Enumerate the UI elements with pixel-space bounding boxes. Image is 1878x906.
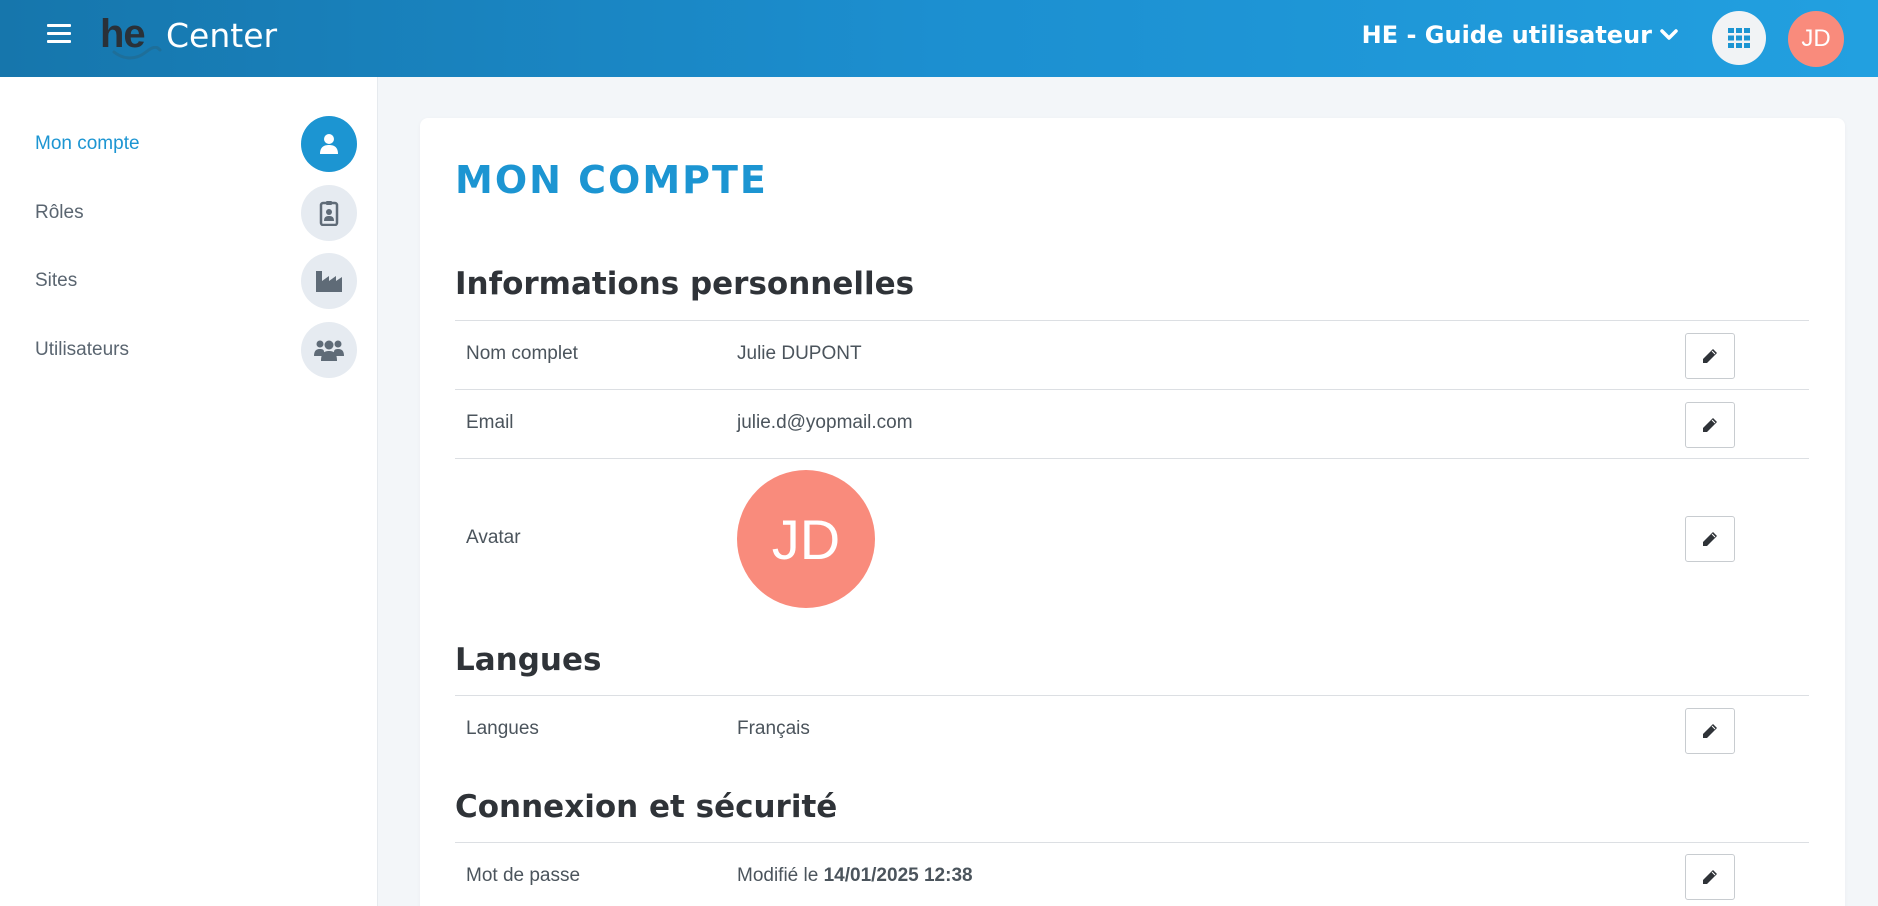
page-title: MON COMPTE: [455, 158, 768, 202]
sidebar: Mon compte Rôles Sites Utilisateurs: [0, 77, 378, 906]
edit-full-name-button[interactable]: [1685, 333, 1735, 379]
apps-grid-button[interactable]: [1712, 11, 1766, 65]
password-label: Mot de passe: [466, 865, 581, 886]
email-label: Email: [466, 412, 514, 433]
divider: [455, 458, 1809, 459]
user-avatar-button[interactable]: JD: [1788, 11, 1844, 67]
section-title-languages: Langues: [455, 642, 602, 678]
grid-icon: [1728, 28, 1750, 48]
section-title-personal: Informations personnelles: [455, 266, 915, 302]
chevron-down-icon: [1660, 29, 1678, 40]
pencil-icon: [1703, 724, 1717, 738]
pencil-icon: [1703, 532, 1717, 546]
logo-text: Center: [166, 16, 278, 55]
avatar-label: Avatar: [466, 527, 521, 548]
edit-password-button[interactable]: [1685, 854, 1735, 900]
sidebar-item-sites[interactable]: Sites: [0, 248, 378, 314]
edit-languages-button[interactable]: [1685, 708, 1735, 754]
avatar: JD: [737, 470, 875, 608]
languages-value: Français: [737, 718, 810, 739]
divider: [455, 695, 1809, 696]
sidebar-item-roles[interactable]: Rôles: [0, 180, 378, 246]
he-center-logo[interactable]: he Center: [100, 12, 290, 62]
sidebar-item-mon-compte[interactable]: Mon compte: [0, 111, 378, 177]
pencil-icon: [1703, 870, 1717, 884]
sidebar-item-label: Mon compte: [35, 133, 140, 154]
factory-icon: [301, 253, 357, 309]
divider: [455, 842, 1809, 843]
edit-email-button[interactable]: [1685, 402, 1735, 448]
sidebar-item-label: Utilisateurs: [35, 339, 129, 360]
pencil-icon: [1703, 349, 1717, 363]
account-card: MON COMPTE Informations personnelles Nom…: [420, 118, 1845, 906]
organization-selector[interactable]: HE - Guide utilisateur: [1362, 21, 1678, 49]
edit-avatar-button[interactable]: [1685, 516, 1735, 562]
divider: [455, 389, 1809, 390]
divider: [455, 320, 1809, 321]
pencil-icon: [1703, 418, 1717, 432]
email-value: julie.d@yopmail.com: [737, 412, 913, 433]
languages-label: Langues: [466, 718, 539, 739]
sidebar-item-utilisateurs[interactable]: Utilisateurs: [0, 317, 378, 383]
sidebar-item-label: Rôles: [35, 202, 84, 223]
menu-icon[interactable]: [47, 24, 71, 44]
users-icon: [301, 322, 357, 378]
user-icon: [301, 116, 357, 172]
full-name-value: Julie DUPONT: [737, 343, 862, 364]
badge-icon: [301, 185, 357, 241]
password-modified-value: Modifié le 14/01/2025 12:38: [737, 865, 973, 887]
password-modified-prefix: Modifié le: [737, 865, 824, 886]
password-modified-date: 14/01/2025 12:38: [823, 865, 973, 886]
top-header: he Center HE - Guide utilisateur JD: [0, 0, 1878, 77]
logo-wave-icon: [112, 46, 162, 60]
section-title-security: Connexion et sécurité: [455, 789, 838, 825]
sidebar-item-label: Sites: [35, 270, 78, 291]
organization-name: HE - Guide utilisateur: [1361, 21, 1652, 49]
full-name-label: Nom complet: [466, 343, 578, 364]
